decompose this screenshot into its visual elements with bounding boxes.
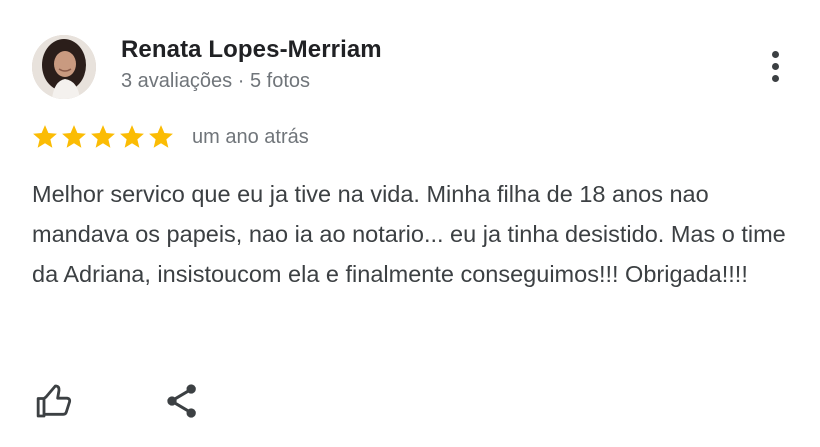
star-rating [31, 123, 175, 151]
menu-dot [771, 62, 779, 70]
share-icon [167, 384, 196, 418]
thumbs-up-icon [36, 384, 72, 418]
star-icon [62, 125, 86, 148]
star-icon [120, 125, 144, 148]
star-icon [149, 125, 173, 148]
rating-row: um ano atrás [31, 122, 309, 152]
more-options-icon[interactable] [757, 44, 793, 88]
star-icon [33, 125, 57, 148]
author-meta: 3 avaliações · 5 fotos [121, 70, 310, 92]
review-card: Renata Lopes-Merriam 3 avaliações · 5 fo… [0, 0, 820, 447]
share-button[interactable] [162, 381, 202, 421]
review-time: um ano atrás [192, 125, 309, 148]
menu-dot [771, 50, 779, 58]
star-icon [91, 125, 115, 148]
avatar[interactable] [32, 35, 96, 99]
review-text: Melhor servico que eu ja tive na vida. M… [32, 181, 786, 287]
like-button[interactable] [34, 381, 74, 421]
author-name[interactable]: Renata Lopes-Merriam [121, 36, 382, 64]
avatar-photo [32, 35, 96, 99]
menu-dot [771, 74, 779, 82]
